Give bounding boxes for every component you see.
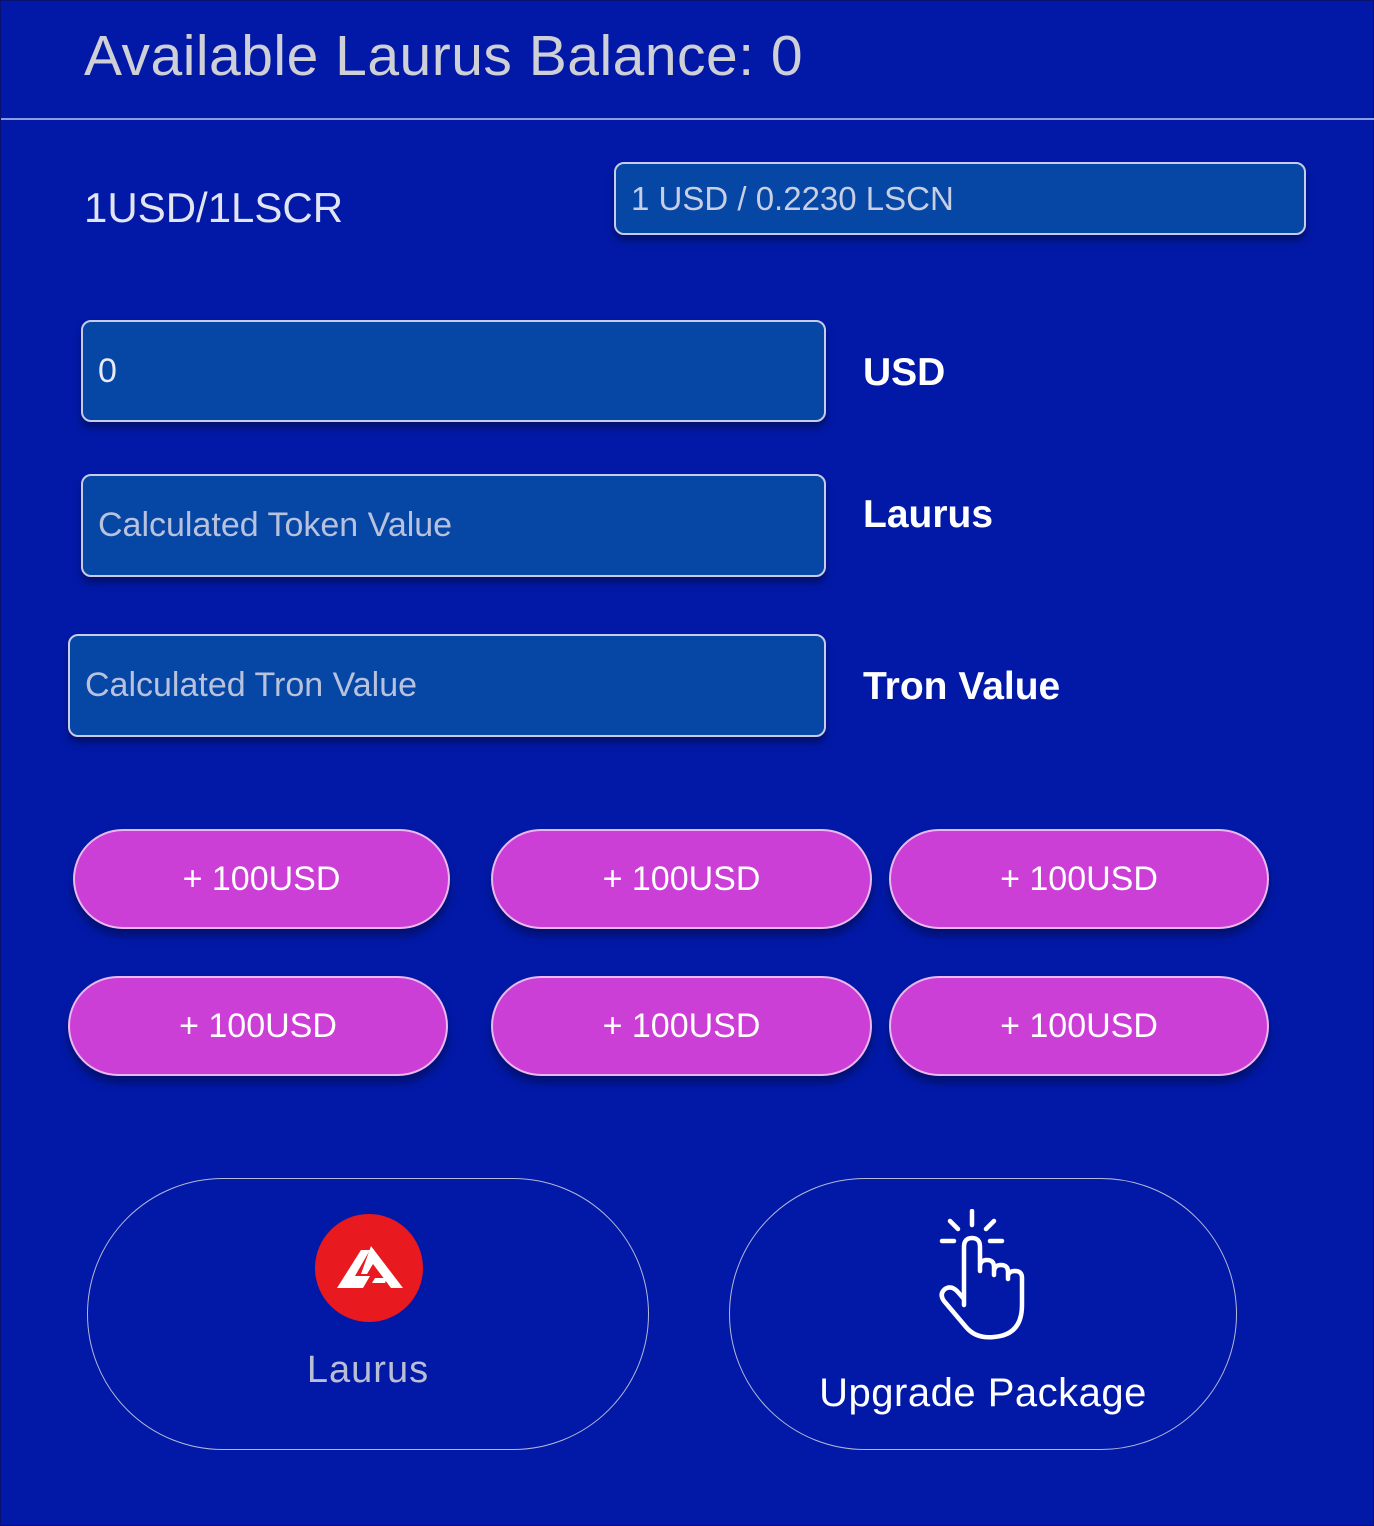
upgrade-package-label: Upgrade Package	[819, 1371, 1147, 1415]
add-100usd-button[interactable]: + 100USD	[491, 829, 872, 929]
rate-label: 1USD/1LSCR	[84, 184, 344, 231]
add-100usd-button[interactable]: + 100USD	[68, 976, 448, 1076]
add-100usd-button[interactable]: + 100USD	[491, 976, 872, 1076]
pointing-hand-click-icon	[939, 1209, 1025, 1340]
add-100usd-button[interactable]: + 100USD	[889, 976, 1269, 1076]
header-divider	[1, 118, 1374, 120]
add-100usd-button[interactable]: + 100USD	[73, 829, 450, 929]
token-value-input[interactable]	[81, 474, 826, 577]
rate-field[interactable]	[614, 162, 1306, 235]
laurus-logo-icon	[315, 1214, 423, 1322]
laurus-button-label: Laurus	[306, 1349, 430, 1391]
balance-title: Available Laurus Balance: 0	[84, 24, 804, 88]
tron-value-input[interactable]	[68, 634, 826, 737]
laurus-label: Laurus	[863, 493, 994, 536]
upgrade-package-button[interactable]: Upgrade Package	[729, 1178, 1237, 1450]
add-100usd-button[interactable]: + 100USD	[889, 829, 1269, 929]
tron-value-label: Tron Value	[863, 665, 1061, 708]
laurus-button[interactable]: Laurus	[87, 1178, 649, 1450]
usd-label: USD	[863, 351, 946, 394]
page: Available Laurus Balance: 0 1USD/1LSCR U…	[0, 0, 1374, 1526]
usd-amount-input[interactable]	[81, 320, 826, 422]
